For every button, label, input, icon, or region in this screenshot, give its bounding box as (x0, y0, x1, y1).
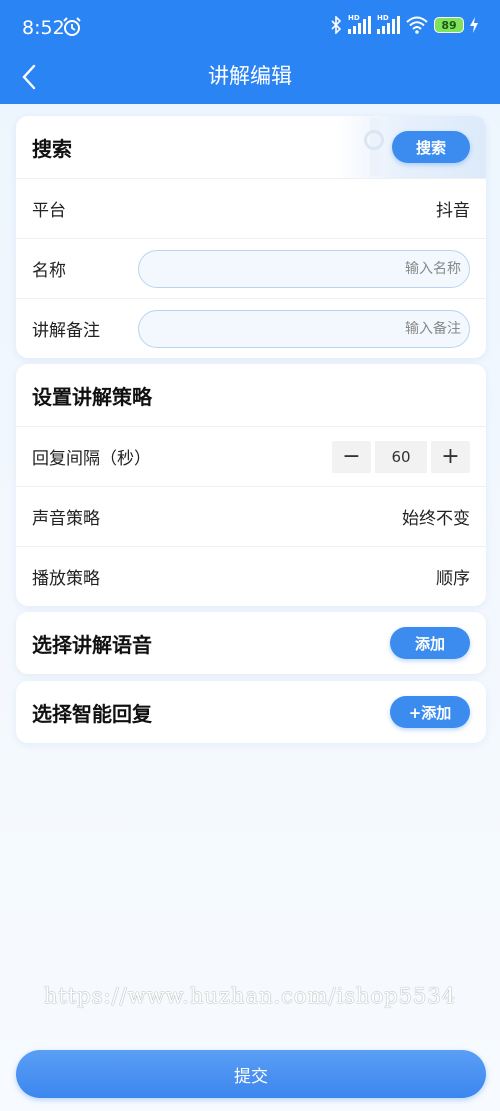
name-label: 名称 (32, 261, 66, 281)
sound-strategy-label: 声音策略 (32, 509, 100, 529)
battery-indicator: 89 (434, 17, 464, 33)
platform-value: 抖音 (436, 201, 470, 221)
add-voice-button[interactable]: 添加 (390, 627, 470, 659)
name-row: 名称 (16, 238, 486, 298)
top-bar: 8:52 HD HD 89 讲解编辑 (0, 0, 500, 104)
note-input-wrap (138, 309, 470, 348)
sound-strategy-row[interactable]: 声音策略 始终不变 (16, 486, 486, 546)
nav-header: 讲解编辑 (0, 56, 500, 104)
signal-icon-1: HD (348, 14, 371, 34)
platform-row[interactable]: 平台 抖音 (16, 178, 486, 238)
page-title: 讲解编辑 (208, 64, 292, 88)
voice-card-title: 选择讲解语音 (32, 632, 152, 657)
voice-card-header: 选择讲解语音 添加 (16, 612, 486, 674)
voice-card: 选择讲解语音 添加 (16, 612, 486, 674)
reply-card-header: 选择智能回复 +添加 (16, 681, 486, 743)
play-strategy-row[interactable]: 播放策略 顺序 (16, 546, 486, 606)
strategy-card: 设置讲解策略 回复间隔（秒） − 60 + 声音策略 始终不变 播放策略 顺序 (16, 364, 486, 606)
status-bar: 8:52 HD HD 89 (0, 0, 500, 56)
interval-stepper: − 60 + (332, 440, 470, 473)
charging-icon (470, 17, 478, 33)
signal-icon-2: HD (377, 14, 400, 34)
wifi-icon (406, 16, 428, 34)
status-time: 8:52 (22, 17, 65, 39)
search-card-title: 搜索 (32, 136, 72, 161)
strategy-card-header: 设置讲解策略 (16, 364, 486, 426)
note-label: 讲解备注 (32, 321, 100, 341)
strategy-card-title: 设置讲解策略 (32, 384, 152, 409)
play-strategy-label: 播放策略 (32, 569, 100, 589)
note-input[interactable] (139, 320, 461, 337)
note-row: 讲解备注 (16, 298, 486, 358)
alarm-icon (63, 17, 81, 36)
reply-card-title: 选择智能回复 (32, 701, 152, 726)
add-reply-button[interactable]: +添加 (390, 696, 470, 728)
plus-button[interactable]: + (431, 440, 470, 473)
status-icons: HD HD 89 (330, 14, 478, 34)
reply-card: 选择智能回复 +添加 (16, 681, 486, 743)
interval-label: 回复间隔（秒） (32, 449, 151, 469)
search-card: 搜索 搜索 平台 抖音 名称 讲解备注 (16, 116, 486, 358)
interval-row: 回复间隔（秒） − 60 + (16, 426, 486, 486)
bluetooth-icon (331, 16, 342, 34)
name-input-wrap (138, 249, 470, 288)
interval-value[interactable]: 60 (375, 440, 427, 473)
minus-button[interactable]: − (332, 440, 371, 473)
name-input[interactable] (139, 260, 461, 277)
platform-label: 平台 (32, 201, 66, 221)
play-strategy-value: 顺序 (436, 569, 470, 589)
search-button[interactable]: 搜索 (392, 131, 470, 163)
sound-strategy-value: 始终不变 (402, 509, 470, 529)
submit-button[interactable]: 提交 (16, 1050, 486, 1098)
search-card-header: 搜索 搜索 (16, 116, 486, 178)
watermark-text: https://www.huzhan.com/ishop5534 (43, 984, 457, 1008)
